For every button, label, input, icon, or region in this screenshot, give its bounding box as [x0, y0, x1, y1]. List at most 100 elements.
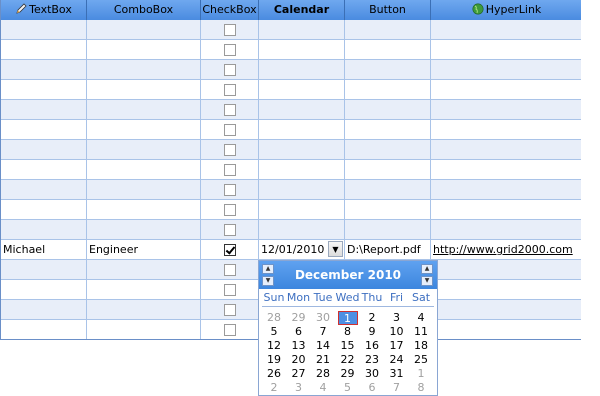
table-row[interactable]: Michael Engineer 12/01/2010 ▼ D:\Report.pdf h… [1, 240, 581, 260]
column-header-hyperlink[interactable]: HyperLink [431, 0, 581, 20]
hyperlink-cell[interactable] [431, 260, 581, 280]
textbox-cell[interactable] [1, 100, 87, 120]
calendar-cell[interactable] [259, 100, 345, 120]
checkbox-cell[interactable] [201, 40, 259, 60]
button-cell[interactable] [345, 220, 431, 240]
combobox-cell[interactable] [87, 160, 201, 180]
hyperlink-cell[interactable] [431, 300, 581, 320]
table-row[interactable] [1, 100, 581, 120]
calendar-day[interactable]: 13 [287, 339, 311, 353]
calendar-day[interactable]: 28 [262, 311, 286, 325]
checkbox-cell[interactable] [201, 300, 259, 320]
calendar-day[interactable]: 16 [360, 339, 384, 353]
calendar-day[interactable]: 19 [262, 353, 286, 367]
hyperlink-cell[interactable] [431, 160, 581, 180]
combobox-cell[interactable] [87, 320, 201, 339]
calendar-day[interactable]: 28 [311, 367, 335, 381]
combobox-cell[interactable] [87, 80, 201, 100]
table-row[interactable] [1, 180, 581, 200]
checkbox-cell[interactable] [201, 100, 259, 120]
textbox-cell[interactable] [1, 200, 87, 220]
combobox-cell[interactable] [87, 60, 201, 80]
calendar-cell[interactable] [259, 180, 345, 200]
calendar-day[interactable]: 6 [287, 325, 311, 339]
button-cell[interactable] [345, 100, 431, 120]
table-row[interactable] [1, 40, 581, 60]
row-checkbox[interactable] [224, 24, 236, 36]
calendar-day[interactable]: 12 [262, 339, 286, 353]
combobox-cell[interactable] [87, 260, 201, 280]
calendar-cell[interactable] [259, 40, 345, 60]
calendar-day[interactable]: 9 [360, 325, 384, 339]
row-checkbox[interactable] [224, 224, 236, 236]
calendar-cell[interactable] [259, 80, 345, 100]
checkbox-cell[interactable] [201, 240, 259, 260]
calendar-cell[interactable] [259, 200, 345, 220]
row-checkbox[interactable] [224, 324, 236, 336]
hyperlink-cell[interactable] [431, 280, 581, 300]
calendar-cell[interactable]: 12/01/2010 ▼ [259, 240, 345, 260]
textbox-cell[interactable] [1, 260, 87, 280]
calendar-day[interactable]: 6 [360, 381, 384, 395]
combobox-cell[interactable] [87, 140, 201, 160]
textbox-cell[interactable]: Michael [1, 240, 87, 260]
calendar-day[interactable]: 8 [409, 381, 433, 395]
textbox-cell[interactable] [1, 20, 87, 40]
row-checkbox[interactable] [224, 44, 236, 56]
checkbox-cell[interactable] [201, 60, 259, 80]
calendar-day[interactable]: 29 [287, 311, 311, 325]
calendar-day[interactable]: 10 [385, 325, 409, 339]
calendar-day[interactable]: 4 [409, 311, 433, 325]
calendar-cell[interactable] [259, 20, 345, 40]
calendar-day[interactable]: 30 [360, 367, 384, 381]
table-row[interactable] [1, 160, 581, 180]
combobox-cell[interactable] [87, 280, 201, 300]
calendar-day[interactable]: 7 [385, 381, 409, 395]
checkbox-cell[interactable] [201, 160, 259, 180]
hyperlink[interactable]: http://www.grid2000.com [433, 243, 573, 256]
button-cell[interactable] [345, 200, 431, 220]
row-checkbox[interactable] [224, 244, 236, 256]
hyperlink-cell[interactable] [431, 200, 581, 220]
row-checkbox[interactable] [224, 144, 236, 156]
checkbox-cell[interactable] [201, 180, 259, 200]
calendar-day[interactable]: 18 [409, 339, 433, 353]
calendar-day[interactable]: 2 [360, 311, 384, 325]
checkbox-cell[interactable] [201, 220, 259, 240]
checkbox-cell[interactable] [201, 20, 259, 40]
calendar-day[interactable]: 11 [409, 325, 433, 339]
hyperlink-cell[interactable] [431, 140, 581, 160]
textbox-cell[interactable] [1, 220, 87, 240]
calendar-cell[interactable] [259, 160, 345, 180]
table-row[interactable] [1, 120, 581, 140]
calendar-day[interactable]: 30 [311, 311, 335, 325]
calendar-day-selected[interactable]: 1 [337, 311, 358, 325]
button-cell[interactable] [345, 20, 431, 40]
hyperlink-cell[interactable] [431, 100, 581, 120]
calendar-cell[interactable] [259, 60, 345, 80]
textbox-cell[interactable] [1, 120, 87, 140]
calendar-day[interactable]: 4 [311, 381, 335, 395]
hyperlink-cell[interactable] [431, 40, 581, 60]
checkbox-cell[interactable] [201, 320, 259, 339]
row-checkbox[interactable] [224, 124, 236, 136]
button-cell[interactable] [345, 80, 431, 100]
hyperlink-cell[interactable] [431, 120, 581, 140]
row-checkbox[interactable] [224, 264, 236, 276]
textbox-cell[interactable] [1, 300, 87, 320]
calendar-day[interactable]: 15 [336, 339, 360, 353]
row-checkbox[interactable] [224, 204, 236, 216]
hyperlink-cell[interactable] [431, 20, 581, 40]
button-cell[interactable]: D:\Report.pdf [345, 240, 431, 260]
table-row[interactable] [1, 200, 581, 220]
textbox-cell[interactable] [1, 140, 87, 160]
next-year-button[interactable]: ▲ [421, 264, 433, 274]
hyperlink-cell[interactable] [431, 80, 581, 100]
button-cell[interactable] [345, 160, 431, 180]
textbox-cell[interactable] [1, 320, 87, 339]
row-checkbox[interactable] [224, 184, 236, 196]
calendar-dropdown-arrow-icon[interactable]: ▼ [328, 241, 343, 257]
calendar-day[interactable]: 5 [336, 381, 360, 395]
calendar-day[interactable]: 2 [262, 381, 286, 395]
calendar-day[interactable]: 27 [287, 367, 311, 381]
